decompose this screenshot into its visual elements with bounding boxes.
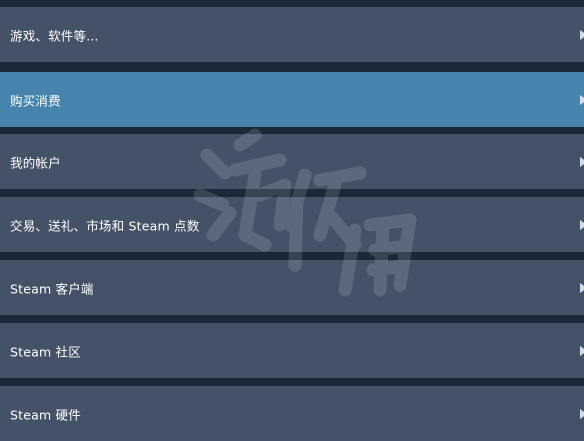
menu-item-games-software[interactable]: 游戏、软件等...: [0, 7, 584, 62]
chevron-right-icon: [580, 29, 584, 40]
chevron-right-icon: [580, 408, 584, 419]
chevron-right-icon: [580, 156, 584, 167]
menu-item-steam-hardware[interactable]: Steam 硬件: [0, 386, 584, 441]
menu-item-label: 游戏、软件等...: [10, 28, 99, 43]
menu-item-steam-client[interactable]: Steam 客户端: [0, 260, 584, 315]
chevron-right-icon: [580, 282, 584, 293]
menu-item-label: Steam 社区: [10, 344, 81, 359]
menu-item-label: 交易、送礼、市场和 Steam 点数: [10, 218, 200, 233]
menu-item-label: 我的帐户: [10, 155, 61, 170]
menu-item-label: 购买消费: [10, 93, 61, 108]
menu-item-steam-community[interactable]: Steam 社区: [0, 323, 584, 378]
menu-item-label: Steam 硬件: [10, 407, 81, 422]
chevron-right-icon: [580, 345, 584, 356]
help-menu: 游戏、软件等... 购买消费 我的帐户 交易、送礼、市场和 Steam 点数 S…: [0, 0, 584, 441]
menu-item-my-account[interactable]: 我的帐户: [0, 134, 584, 189]
menu-item-purchases[interactable]: 购买消费: [0, 72, 584, 127]
menu-item-trading-gifting-market[interactable]: 交易、送礼、市场和 Steam 点数: [0, 197, 584, 252]
chevron-right-icon: [580, 219, 584, 230]
menu-item-label: Steam 客户端: [10, 281, 94, 296]
chevron-right-icon: [580, 94, 584, 105]
